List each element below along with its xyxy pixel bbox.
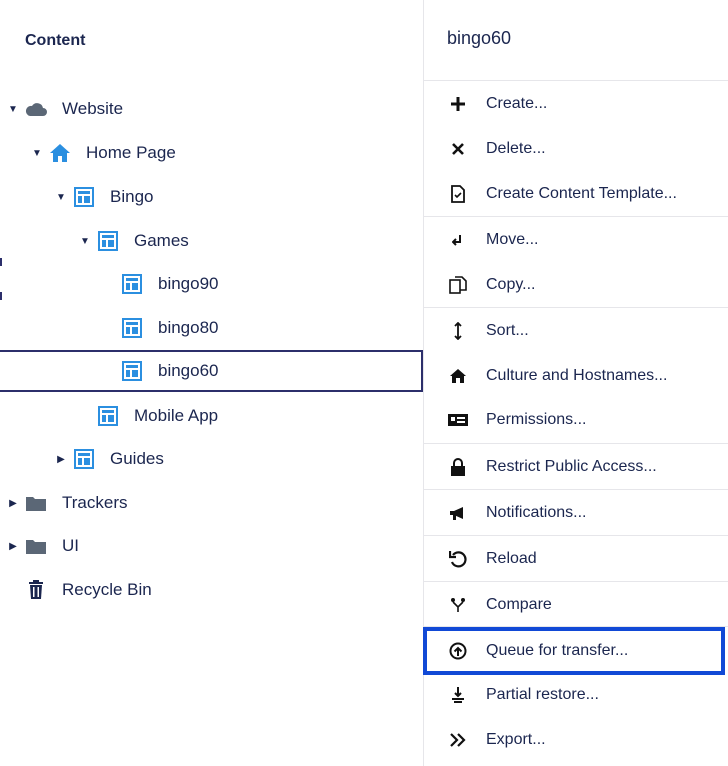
megaphone-icon	[446, 501, 470, 525]
menu-item-create[interactable]: Create...	[424, 82, 728, 126]
tree-item-label: Mobile App	[134, 406, 219, 425]
tree-item-ui[interactable]: ▶ UI	[0, 526, 423, 566]
home-icon	[48, 141, 72, 165]
tree-item-trackers[interactable]: ▶ Trackers	[0, 483, 423, 523]
menu-item-compare[interactable]: Compare	[424, 583, 728, 627]
caret-down-icon[interactable]: ▼	[56, 192, 66, 203]
tree-item-games[interactable]: ▼ Games	[0, 221, 423, 261]
menu-item-delete[interactable]: Delete...	[424, 127, 728, 171]
divider	[424, 80, 728, 81]
caret-right-icon[interactable]: ▶	[8, 498, 18, 509]
menu-header: bingo60	[447, 28, 512, 48]
highlight-box	[423, 627, 725, 675]
menu-item-culture-hostnames[interactable]: Culture and Hostnames...	[424, 354, 728, 398]
double-chevron-right-icon	[446, 728, 470, 752]
folder-icon	[24, 491, 48, 515]
tree-item-label: Guides	[110, 449, 164, 468]
trash-icon	[24, 578, 48, 602]
menu-item-label: Reload	[486, 550, 537, 567]
menu-item-restrict-public-access[interactable]: Restrict Public Access...	[424, 445, 728, 489]
permissions-icon	[446, 408, 470, 432]
divider	[424, 216, 728, 217]
document-icon	[120, 359, 144, 383]
menu-item-move[interactable]: Move...	[424, 218, 728, 262]
divider	[424, 535, 728, 536]
menu-item-export[interactable]: Export...	[424, 718, 728, 762]
menu-item-label: Export...	[486, 731, 546, 748]
tree-item-label: UI	[62, 536, 79, 555]
caret-down-icon[interactable]: ▼	[8, 104, 18, 115]
tree-item-label: Home Page	[86, 143, 176, 162]
tree-item-guides[interactable]: ▶ Guides	[0, 439, 423, 479]
tree-item-label: bingo80	[158, 318, 219, 337]
tree-item-bingo[interactable]: ▼ Bingo	[0, 177, 423, 217]
menu-item-label: Compare	[486, 596, 552, 613]
divider	[424, 581, 728, 582]
menu-item-label: Notifications...	[486, 504, 587, 521]
caret-right-icon[interactable]: ▶	[8, 541, 18, 552]
cloud-icon	[24, 97, 48, 121]
menu-item-create-content-template[interactable]: Create Content Template...	[424, 172, 728, 216]
menu-item-sort[interactable]: Sort...	[424, 309, 728, 353]
caret-down-icon[interactable]: ▼	[80, 236, 90, 247]
folder-icon	[24, 534, 48, 558]
tree-item-label: Recycle Bin	[62, 580, 152, 599]
menu-item-label: Culture and Hostnames...	[486, 367, 668, 384]
home-icon	[446, 364, 470, 388]
menu-item-label: Delete...	[486, 140, 546, 157]
menu-item-notifications[interactable]: Notifications...	[424, 491, 728, 535]
menu-item-label: Sort...	[486, 322, 529, 339]
move-icon	[446, 228, 470, 252]
document-icon	[120, 316, 144, 340]
divider	[424, 307, 728, 308]
divider	[424, 443, 728, 444]
tree-item-bingo80[interactable]: bingo80	[0, 308, 423, 348]
document-icon	[120, 272, 144, 296]
menu-item-label: Partial restore...	[486, 686, 599, 703]
menu-item-permissions[interactable]: Permissions...	[424, 398, 728, 442]
reload-icon	[446, 547, 470, 571]
tree-item-label: Website	[62, 99, 124, 118]
tree-item-label: Bingo	[110, 187, 154, 206]
document-icon	[72, 185, 96, 209]
tree-title: Content	[25, 32, 86, 49]
menu-item-label: Permissions...	[486, 411, 587, 428]
menu-item-reload[interactable]: Reload	[424, 537, 728, 581]
document-icon	[96, 404, 120, 428]
tree-item-recycle-bin[interactable]: Recycle Bin	[0, 570, 423, 610]
compare-icon	[446, 593, 470, 617]
divider	[424, 489, 728, 490]
sort-icon	[446, 319, 470, 343]
menu-item-label: Create...	[486, 95, 548, 112]
menu-item-label: Restrict Public Access...	[486, 458, 657, 475]
menu-item-label: Copy...	[486, 276, 536, 293]
tree-item-bingo60[interactable]: bingo60	[0, 350, 423, 392]
content-tree-panel: Content ▼ Website ▼ Home Page ▼ Bingo ▼	[0, 0, 423, 766]
document-icon	[96, 229, 120, 253]
tree-item-mobile-app[interactable]: Mobile App	[0, 396, 423, 436]
menu-item-label: Move...	[486, 231, 539, 248]
document-icon	[72, 447, 96, 471]
partial-restore-icon	[446, 683, 470, 707]
menu-item-label: Create Content Template...	[486, 185, 677, 202]
tree-item-label: Games	[134, 231, 189, 250]
tree-item-home-page[interactable]: ▼ Home Page	[0, 133, 423, 173]
tree-item-label: bingo60	[158, 361, 219, 380]
close-icon	[446, 137, 470, 161]
document-template-icon	[446, 182, 470, 206]
menu-item-copy[interactable]: Copy...	[424, 263, 728, 307]
tree-item-bingo90[interactable]: bingo90	[0, 264, 423, 304]
tree-item-website[interactable]: ▼ Website	[0, 89, 423, 129]
tree-item-label: Trackers	[62, 493, 128, 512]
tree-item-label: bingo90	[158, 274, 219, 293]
menu-item-partial-restore[interactable]: Partial restore...	[424, 673, 728, 717]
lock-icon	[446, 455, 470, 479]
caret-down-icon[interactable]: ▼	[32, 148, 42, 159]
caret-right-icon[interactable]: ▶	[56, 454, 66, 465]
plus-icon	[446, 92, 470, 116]
copy-icon	[446, 273, 470, 297]
